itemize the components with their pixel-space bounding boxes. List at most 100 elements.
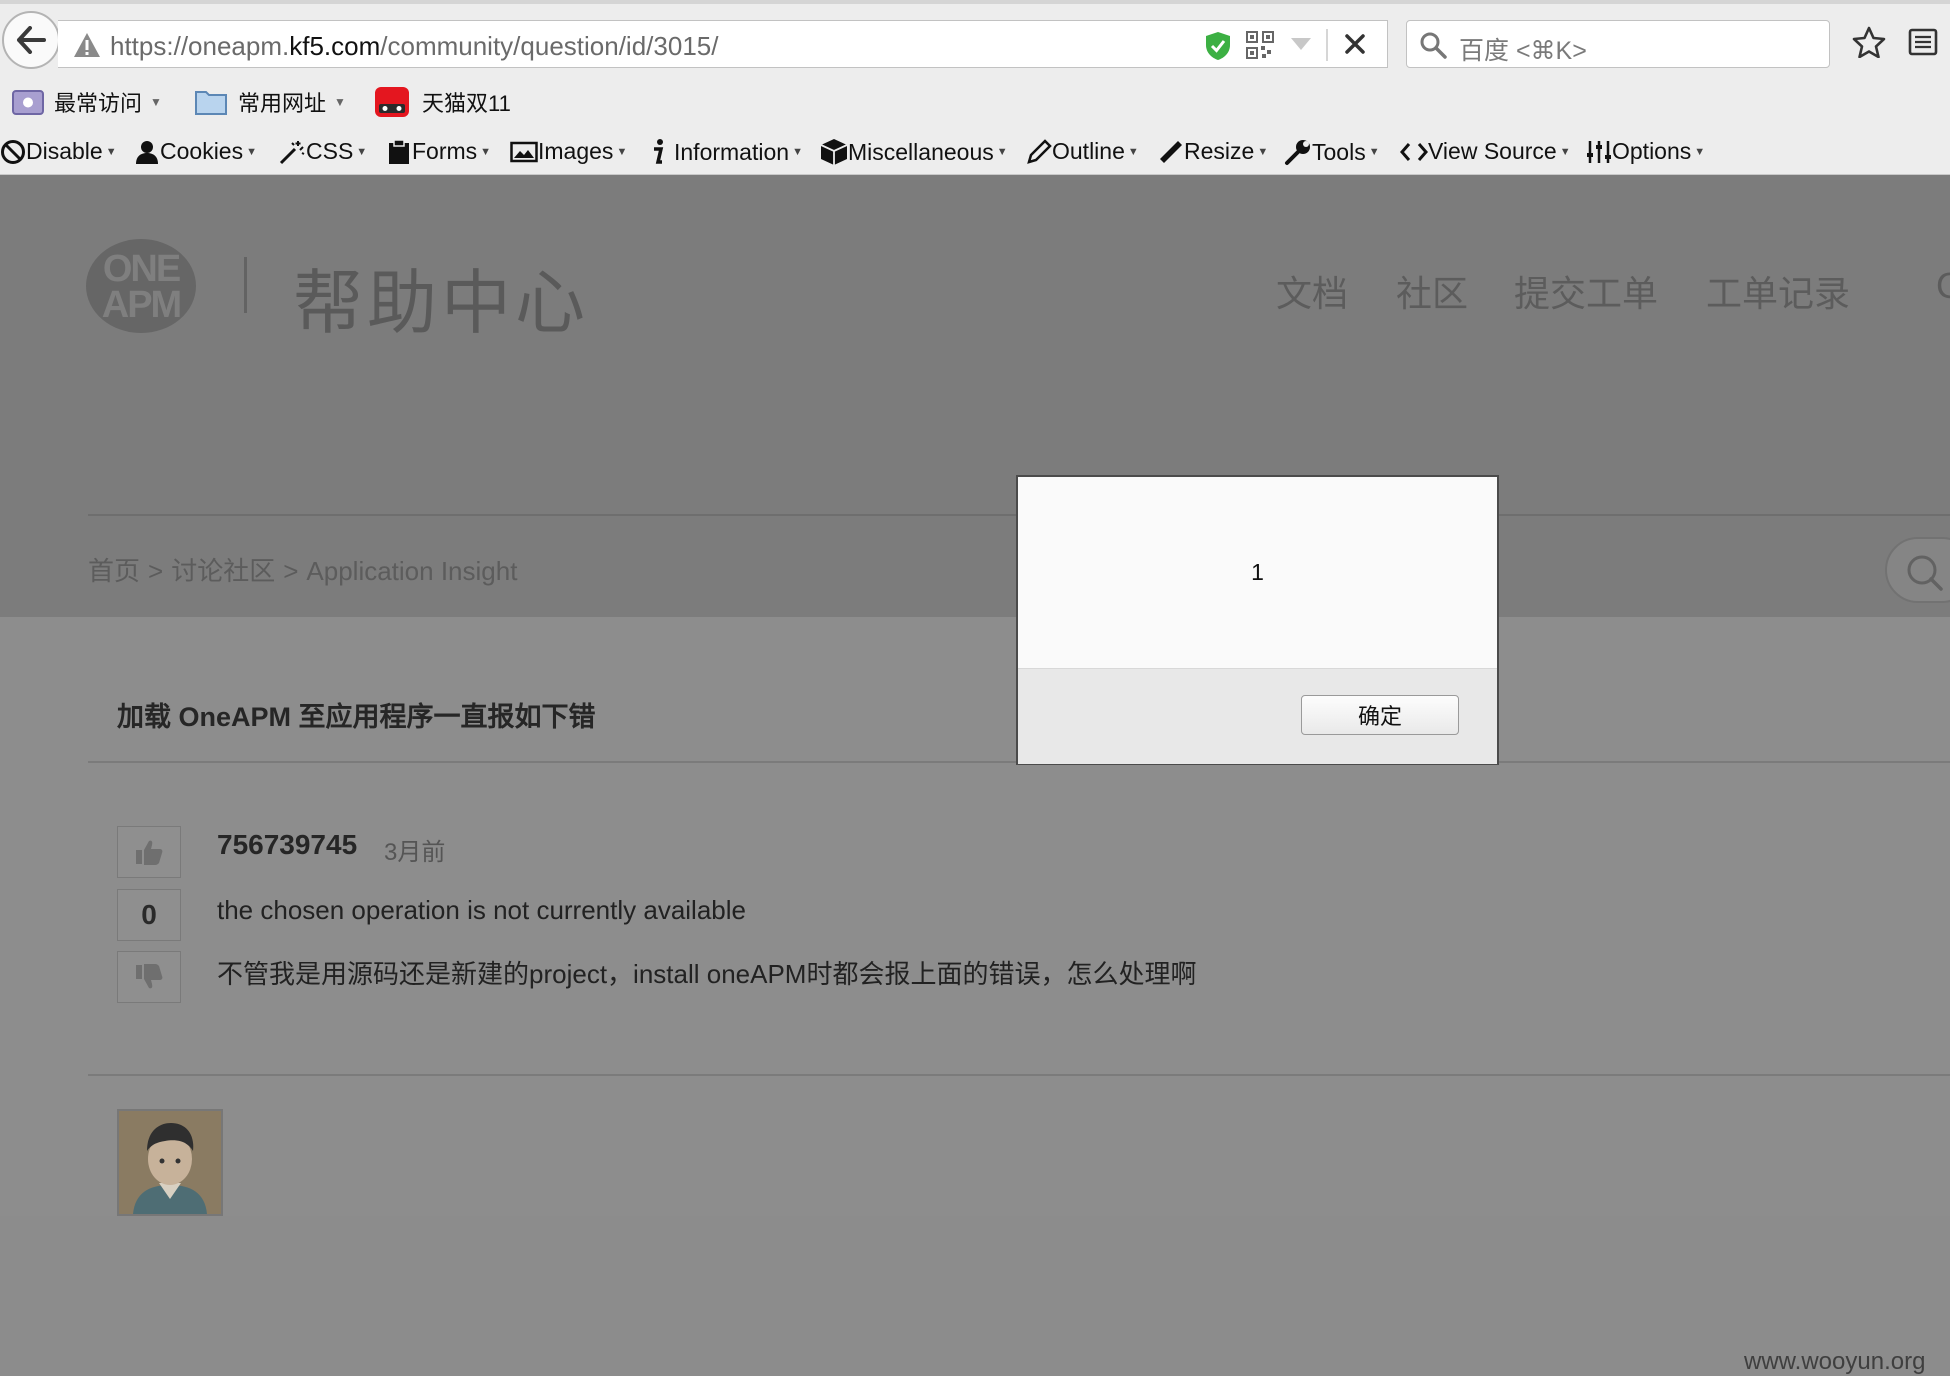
user-avatar-icon: [119, 1111, 221, 1214]
caret-down-icon: ▼: [105, 145, 117, 158]
warning-icon[interactable]: [72, 31, 102, 59]
bookmark-most-visited[interactable]: 最常访问 ▼: [12, 86, 162, 118]
url-separator: [1326, 29, 1328, 61]
upvote-button[interactable]: [117, 826, 181, 878]
tmall-icon: [375, 87, 409, 117]
dev-menu-label: Outline: [1052, 138, 1125, 164]
back-arrow-icon: [17, 26, 46, 54]
downvote-button[interactable]: [117, 951, 181, 1003]
address-bar[interactable]: https://oneapm.kf5.com/community/questio…: [58, 20, 1388, 68]
caret-down-icon: ▼: [996, 146, 1008, 158]
alert-footer: 确定: [1018, 668, 1497, 764]
dev-menu-label: Images: [538, 138, 614, 164]
caret-down-icon: ▼: [1559, 145, 1571, 158]
clipboard-icon: [389, 138, 409, 164]
nav-submit-ticket[interactable]: 提交工单: [1514, 265, 1658, 317]
bookmark-common-sites[interactable]: 常用网址 ▼: [194, 86, 346, 118]
breadcrumb: 首页 > 讨论社区 > Application Insight: [88, 551, 525, 588]
header-band: ONE APM 帮助中心 文档 社区 提交工单 工单记录 C 首页 > 讨论社区 > A…: [0, 175, 1950, 617]
dev-menu-label: Options: [1612, 138, 1692, 164]
question-title: 加载 OneAPM 至应用程序一直报如下错: [117, 702, 596, 732]
dev-menu-label: Disable: [26, 138, 103, 164]
post-time: 3月前: [384, 839, 446, 866]
avatar[interactable]: [117, 1109, 223, 1216]
chevron-down-icon: ▼: [334, 95, 346, 109]
dev-menu-tools[interactable]: Tools ▼: [1284, 138, 1380, 166]
caret-down-icon: ▼: [356, 145, 368, 158]
qr-code-icon[interactable]: [1246, 31, 1274, 59]
breadcrumb-separator: >: [148, 556, 164, 586]
dev-menu-css[interactable]: CSS ▼: [278, 138, 367, 165]
shield-icon[interactable]: [1204, 31, 1232, 61]
caret-down-icon: ▼: [616, 145, 628, 158]
nav-docs[interactable]: 文档: [1276, 265, 1348, 317]
site-search-button[interactable]: [1885, 537, 1950, 603]
author-name[interactable]: 756739745: [217, 829, 357, 861]
breadcrumb-community[interactable]: 讨论社区: [171, 556, 275, 586]
vote-count-box: 0: [117, 889, 181, 941]
image-icon: [510, 141, 538, 162]
dev-menu-view-source[interactable]: View Source ▼: [1400, 138, 1571, 165]
bookmarks-bar: 最常访问 ▼ 常用网址 ▼ 天猫双11: [0, 84, 1950, 124]
folder-icon: [195, 91, 227, 115]
breadcrumb-separator: >: [283, 556, 299, 586]
dev-menu-disable[interactable]: Disable ▼: [0, 138, 117, 165]
dev-menu-forms[interactable]: Forms ▼: [386, 138, 491, 165]
answer-divider: [88, 1074, 1950, 1076]
caret-down-icon: ▼: [1257, 145, 1269, 158]
dev-menu-label: Information: [674, 138, 790, 165]
sliders-icon: [1587, 140, 1611, 163]
dropdown-triangle-icon[interactable]: [1290, 37, 1312, 51]
bookmark-tmall[interactable]: 天猫双11: [374, 86, 511, 118]
dev-menu-label: CSS: [306, 138, 354, 164]
breadcrumb-current[interactable]: Application Insight: [306, 556, 517, 586]
dev-menu-images[interactable]: Images ▼: [510, 138, 627, 165]
dev-menu-label: View Source: [1428, 138, 1557, 164]
caret-down-icon: ▼: [1368, 146, 1380, 158]
nav-community[interactable]: 社区: [1396, 265, 1468, 317]
dev-menu-label: Resize: [1184, 138, 1255, 164]
bookmark-label: 天猫双11: [422, 91, 511, 116]
user-icon: [136, 140, 158, 164]
search-placeholder: 百度 <⌘K>: [1459, 37, 1587, 65]
breadcrumb-home[interactable]: 首页: [88, 556, 140, 586]
page-content: ONE APM 帮助中心 文档 社区 提交工单 工单记录 C 首页 > 讨论社区 > A…: [0, 175, 1950, 1375]
caret-down-icon: ▼: [792, 146, 803, 158]
stop-close-icon[interactable]: [1344, 33, 1366, 55]
oneapm-logo[interactable]: ONE APM: [86, 239, 196, 333]
bookmark-star-icon[interactable]: [1852, 26, 1886, 58]
search-box[interactable]: 百度 <⌘K>: [1406, 20, 1830, 68]
dev-menu-outline[interactable]: Outline ▼: [1026, 138, 1139, 165]
search-icon: [1420, 32, 1447, 59]
question-body-line: 不管我是用源码还是新建的project，install oneAPM时都会报上面…: [217, 959, 1197, 989]
code-brackets-icon: [1400, 142, 1428, 161]
caret-down-icon: ▼: [1127, 145, 1139, 158]
logo-text: APM: [101, 284, 182, 326]
dev-menu-cookies[interactable]: Cookies ▼: [134, 138, 257, 165]
watermark: www.wooyun.org: [1744, 1348, 1926, 1375]
dev-menu-miscellaneous[interactable]: Miscellaneous ▼: [820, 138, 1008, 166]
chevron-down-icon: ▼: [150, 95, 162, 109]
reading-list-icon[interactable]: [1908, 28, 1938, 56]
search-icon: [1907, 555, 1943, 591]
url-text[interactable]: https://oneapm.kf5.com/community/questio…: [110, 31, 718, 62]
thumbs-down-icon: [136, 964, 163, 989]
disable-icon: [1, 139, 25, 164]
back-button[interactable]: [2, 11, 60, 69]
caret-down-icon: ▼: [480, 145, 492, 158]
bookmark-label: 最常访问: [54, 91, 143, 116]
logo-divider: [244, 257, 247, 313]
browser-chrome: https://oneapm.kf5.com/community/questio…: [0, 0, 1950, 175]
caret-down-icon: ▼: [246, 145, 257, 158]
dev-menu-resize[interactable]: Resize ▼: [1158, 138, 1268, 165]
dev-menu-label: Miscellaneous: [848, 138, 994, 165]
bookmark-label: 常用网址: [238, 91, 327, 116]
nav-more[interactable]: C: [1936, 265, 1950, 307]
logo-text: ONE: [102, 248, 181, 290]
dev-menu-information[interactable]: Information ▼: [648, 138, 803, 166]
ok-button[interactable]: 确定: [1301, 695, 1459, 735]
alert-message: 1: [1251, 559, 1264, 585]
nav-ticket-records[interactable]: 工单记录: [1706, 265, 1850, 317]
dev-menu-options[interactable]: Options ▼: [1586, 138, 1705, 165]
box-icon: [820, 139, 848, 165]
